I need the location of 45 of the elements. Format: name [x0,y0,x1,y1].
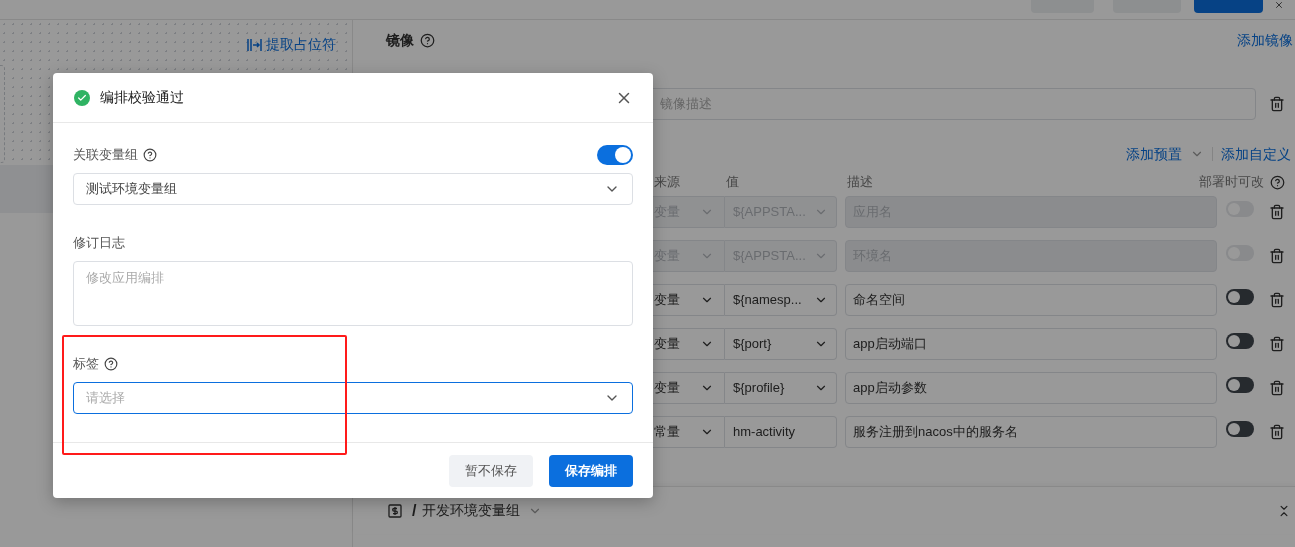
select-field[interactable]: 测试环境变量组 [73,173,633,205]
field-label: 修订日志 [73,234,125,253]
help-icon[interactable] [1270,174,1285,190]
dialog-title: 编排校验通过 [100,88,184,107]
description-field[interactable]: app启动端口 [845,328,1217,360]
add-preset-link[interactable]: 添加预置 [1126,143,1182,165]
column-header: 描述 [847,173,874,192]
column-header: 来源 [654,173,681,192]
group-title[interactable]: 开发环境变量组 [422,500,521,521]
bracket-arrow-icon [246,37,262,52]
add-custom-link[interactable]: 添加自定义 [1221,143,1291,165]
field-label: 标签 [73,355,99,374]
delete-icon[interactable] [1269,248,1285,264]
field-label: 关联变量组 [73,146,138,165]
toggle-switch[interactable] [1226,333,1254,350]
toggle-switch[interactable] [1226,289,1254,306]
value-field[interactable]: hm-activity [725,416,837,448]
delete-icon[interactable] [1269,336,1285,352]
extract-placeholder-link[interactable]: 提取占位符 [246,34,336,55]
delete-icon[interactable] [1269,204,1285,220]
description-field[interactable]: 命名空间 [845,284,1217,316]
cancel-button[interactable]: 暂不保存 [449,454,533,487]
value-select[interactable]: ${profile} [725,372,837,404]
value-select[interactable]: ${port} [725,328,837,360]
add-image-link[interactable]: 添加镜像 [1237,29,1293,51]
save-button[interactable]: 保存编排 [549,454,633,487]
section-title: 镜像 [386,30,414,50]
toggle-switch[interactable] [1226,421,1254,438]
success-icon [74,89,90,106]
column-header: 值 [726,173,740,192]
help-icon[interactable] [104,357,118,371]
delete-icon[interactable] [1269,380,1285,396]
dollar-icon [388,503,402,518]
delete-icon[interactable] [1269,424,1285,440]
description-field[interactable]: app启动参数 [845,372,1217,404]
help-icon[interactable] [420,32,435,48]
delete-icon[interactable] [1269,96,1285,112]
toggle-switch[interactable] [1226,377,1254,394]
column-header: 部署时可改 [1199,173,1264,192]
help-icon[interactable] [143,148,157,162]
description-field[interactable]: 服务注册到nacos中的服务名 [845,416,1217,448]
value-select[interactable]: ${namesp... [725,284,837,316]
toggle-switch[interactable] [597,145,633,165]
path-separator: / [412,500,417,521]
delete-icon[interactable] [1269,292,1285,308]
